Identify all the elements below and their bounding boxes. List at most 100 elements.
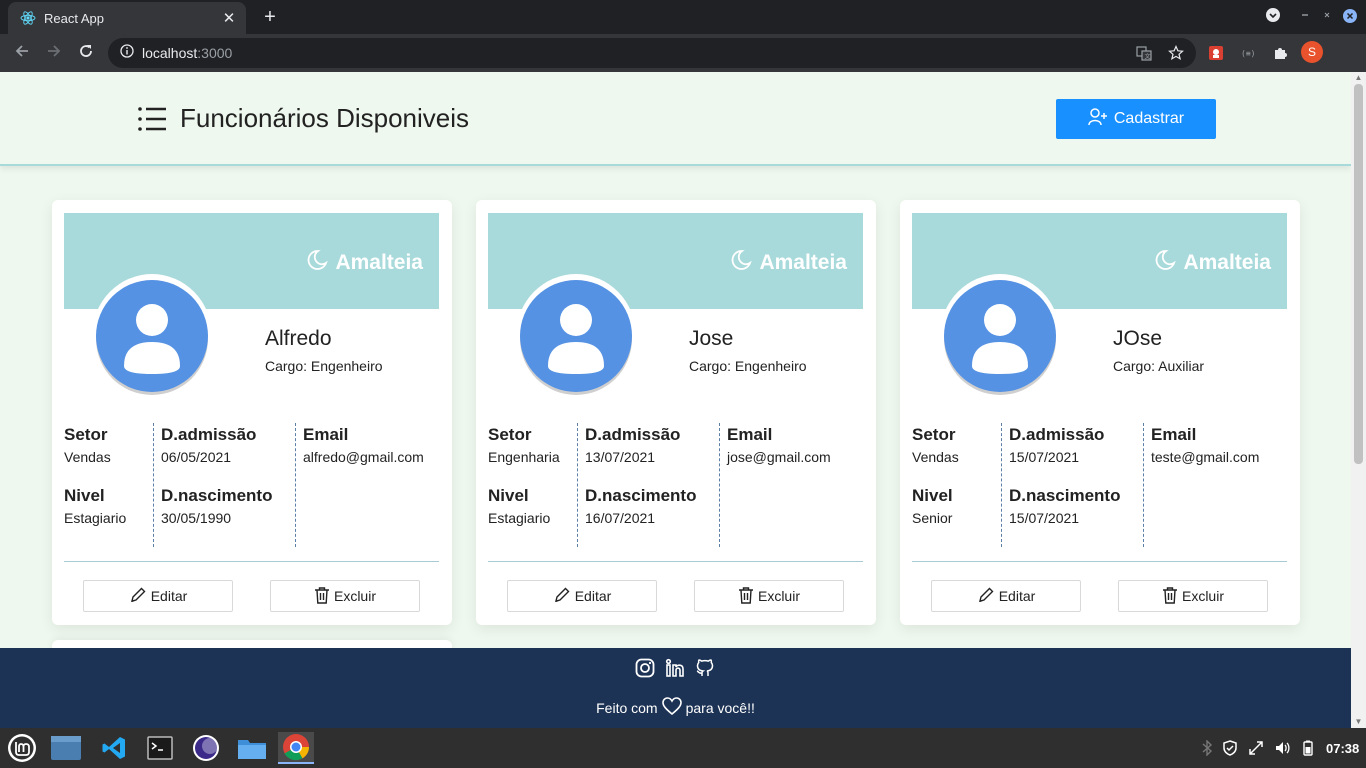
edit-label: Editar [998, 588, 1036, 604]
brand-label: Amalteia [335, 251, 423, 274]
tab-search-icon[interactable] [1266, 8, 1280, 22]
back-icon[interactable] [11, 43, 33, 63]
register-button-label: Cadastrar [1113, 110, 1185, 127]
employee-cargo: Cargo: Auxiliar [1113, 358, 1205, 374]
page-scrollbar[interactable]: ▲ ▼ [1351, 72, 1366, 728]
level-value: Estagiario [64, 510, 127, 526]
terminal-icon[interactable] [142, 732, 178, 764]
battery-icon[interactable] [1300, 740, 1316, 756]
admission-label: D.admissão [1009, 425, 1105, 444]
admission-value: 15/07/2021 [1009, 449, 1080, 465]
add-user-icon [1088, 107, 1108, 131]
page-header: Funcionários Disponiveis Cadastrar [0, 72, 1351, 166]
edit-button[interactable]: Editar [507, 580, 657, 612]
birth-value: 15/07/2021 [1009, 510, 1080, 526]
tab-close-icon[interactable]: ✕ [220, 9, 238, 27]
birth-label: D.nascimento [161, 486, 273, 505]
page-title: Funcionários Disponiveis [180, 103, 470, 133]
vscode-icon[interactable] [96, 732, 132, 764]
admission-value: 13/07/2021 [585, 449, 656, 465]
edit-label: Editar [574, 588, 612, 604]
divider [64, 561, 439, 562]
scrollbar-thumb[interactable] [1354, 84, 1363, 464]
delete-label: Excluir [1181, 588, 1224, 604]
card-brand: Amalteia [729, 248, 847, 278]
os-taskbar: 07:38 [0, 728, 1366, 768]
profile-avatar[interactable]: S [1301, 41, 1323, 63]
divider [488, 561, 863, 562]
page-footer: Feito com para você!! [0, 648, 1351, 728]
footer-credit-suffix: para você!! [685, 699, 755, 716]
delete-button[interactable]: Excluir [694, 580, 844, 612]
mint-menu-icon[interactable] [4, 732, 40, 764]
scroll-up-icon[interactable]: ▲ [1351, 72, 1366, 84]
network-icon[interactable] [1248, 740, 1264, 756]
avatar [940, 274, 1060, 398]
card-brand: Amalteia [1153, 248, 1271, 278]
edit-label: Editar [150, 588, 188, 604]
edit-button[interactable]: Editar [931, 580, 1081, 612]
employee-cargo: Cargo: Engenheiro [689, 358, 807, 374]
address-bar[interactable]: localhost:3000 [108, 38, 1196, 68]
github-icon[interactable] [695, 658, 715, 683]
linkedin-icon[interactable] [665, 658, 685, 683]
level-label: Nivel [64, 486, 105, 505]
sector-label: Setor [488, 425, 532, 444]
footer-credit: Feito com para você!! [0, 697, 1351, 718]
translate-icon[interactable]: 文 [1134, 43, 1154, 63]
browser-tab[interactable]: React App ✕ [8, 2, 246, 34]
pencil-icon [553, 586, 571, 607]
browser-tabbar: React App ✕ + [0, 0, 1366, 34]
extension-red-icon[interactable] [1206, 43, 1226, 63]
email-value: jose@gmail.com [727, 449, 831, 465]
divider [912, 561, 1287, 562]
avatar [92, 274, 212, 398]
sector-value: Engenharia [488, 449, 560, 465]
list-icon [136, 105, 168, 138]
window-close-icon[interactable] [1343, 9, 1357, 23]
maximize-icon[interactable] [1322, 10, 1332, 20]
volume-icon[interactable] [1274, 740, 1290, 756]
eclipse-app-icon[interactable] [188, 732, 224, 764]
employee-name: Jose [689, 327, 734, 350]
bluetooth-icon[interactable] [1199, 740, 1215, 756]
birth-label: D.nascimento [585, 486, 697, 505]
employee-details: Setor Vendas Nivel Estagiario D.admissão… [64, 423, 439, 547]
minimize-icon[interactable] [1300, 10, 1310, 20]
reload-icon[interactable] [75, 43, 97, 63]
user-icon [520, 280, 632, 392]
sector-label: Setor [64, 425, 108, 444]
clock[interactable]: 07:38 [1326, 741, 1359, 756]
chrome-icon[interactable] [278, 732, 314, 764]
delete-button[interactable]: Excluir [1118, 580, 1268, 612]
scroll-down-icon[interactable]: ▼ [1351, 716, 1366, 728]
avatar [516, 274, 636, 398]
site-info-icon[interactable] [120, 43, 134, 63]
level-value: Estagiario [488, 510, 551, 526]
delete-button[interactable]: Excluir [270, 580, 420, 612]
bookmark-star-icon[interactable] [1166, 43, 1186, 63]
instagram-icon[interactable] [635, 658, 655, 683]
extensions-puzzle-icon[interactable] [1270, 43, 1290, 63]
extension-code-icon[interactable]: (≡) [1238, 43, 1258, 63]
sector-value: Vendas [64, 449, 111, 465]
level-label: Nivel [488, 486, 529, 505]
card-brand: Amalteia [305, 248, 423, 278]
trash-icon [1162, 586, 1178, 607]
email-label: Email [303, 425, 349, 444]
new-tab-icon[interactable]: + [258, 6, 282, 29]
employee-card: Amalteia Alfredo Cargo: Engenheiro Setor… [52, 200, 452, 625]
shield-icon[interactable] [1222, 740, 1238, 756]
user-icon [96, 280, 208, 392]
user-icon [944, 280, 1056, 392]
delete-label: Excluir [333, 588, 376, 604]
admission-value: 06/05/2021 [161, 449, 232, 465]
register-button[interactable]: Cadastrar [1056, 99, 1216, 139]
files-folder-icon[interactable] [234, 732, 270, 764]
sector-value: Vendas [912, 449, 959, 465]
show-desktop-icon[interactable] [48, 732, 84, 764]
forward-icon[interactable] [43, 43, 65, 63]
birth-value: 16/07/2021 [585, 510, 656, 526]
edit-button[interactable]: Editar [83, 580, 233, 612]
moon-icon [729, 248, 753, 278]
